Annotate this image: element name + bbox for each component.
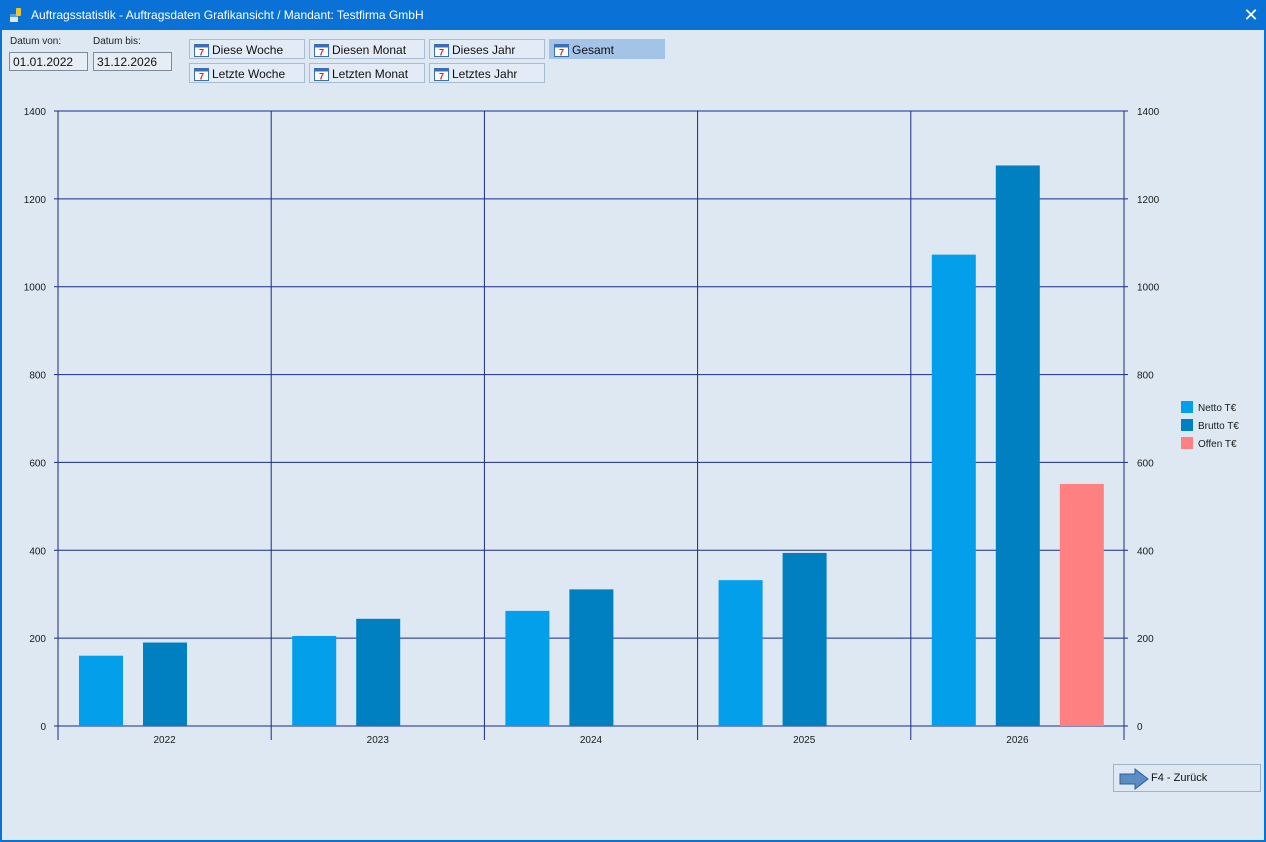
- bar-2023-brutto: [356, 618, 401, 726]
- y-tick-label-left: 1000: [24, 283, 47, 294]
- y-tick-label-left: 1400: [24, 107, 47, 118]
- x-tick-label: 2025: [793, 735, 816, 746]
- y-tick-label-left: 1200: [24, 195, 47, 206]
- x-tick-label: 2026: [1006, 735, 1029, 746]
- bar-2026-brutto: [995, 165, 1040, 726]
- y-tick-label-right: 1400: [1137, 107, 1160, 118]
- bar-2022-brutto: [143, 642, 187, 726]
- x-tick-label: 2022: [153, 735, 176, 746]
- legend-swatch: [1181, 419, 1193, 431]
- bar-2026-netto: [931, 254, 976, 726]
- bar-2025-brutto: [782, 552, 827, 726]
- y-tick-label-left: 200: [29, 634, 46, 645]
- bar-2024-netto: [505, 610, 550, 726]
- y-tick-label-left: 400: [29, 546, 46, 557]
- y-tick-label-right: 1200: [1137, 195, 1160, 206]
- legend-swatch: [1181, 401, 1193, 413]
- bar-2023-netto: [292, 635, 337, 726]
- legend-swatch: [1181, 437, 1193, 449]
- bar-2024-brutto: [569, 589, 614, 726]
- x-tick-label: 2024: [580, 735, 603, 746]
- y-tick-label-left: 800: [29, 371, 46, 382]
- y-tick-label-right: 400: [1137, 546, 1154, 557]
- bar-chart: 0 0 200 200 400 400 600 600 800 800 1000 1000 1200 12…: [24, 107, 1240, 746]
- y-tick-label-right: 600: [1137, 458, 1154, 469]
- x-tick-label: 2023: [367, 735, 390, 746]
- legend-label: Netto T€: [1198, 403, 1237, 414]
- bar-2025-netto: [718, 580, 763, 726]
- y-tick-label-left: 0: [40, 722, 46, 733]
- y-tick-label-right: 800: [1137, 371, 1154, 382]
- y-tick-label-right: 0: [1137, 722, 1143, 733]
- y-tick-label-right: 1000: [1137, 283, 1160, 294]
- y-tick-label-right: 200: [1137, 634, 1154, 645]
- legend-label: Brutto T€: [1198, 421, 1239, 432]
- y-tick-label-left: 600: [29, 458, 46, 469]
- back-button-label: F4 - Zurück: [1151, 772, 1208, 784]
- legend-label: Offen T€: [1198, 439, 1237, 450]
- back-button[interactable]: F4 - Zurück: [1113, 764, 1261, 792]
- arrow-right-icon: [1119, 768, 1149, 790]
- bar-2026-offen: [1059, 483, 1104, 726]
- bar-2022-netto: [79, 655, 123, 726]
